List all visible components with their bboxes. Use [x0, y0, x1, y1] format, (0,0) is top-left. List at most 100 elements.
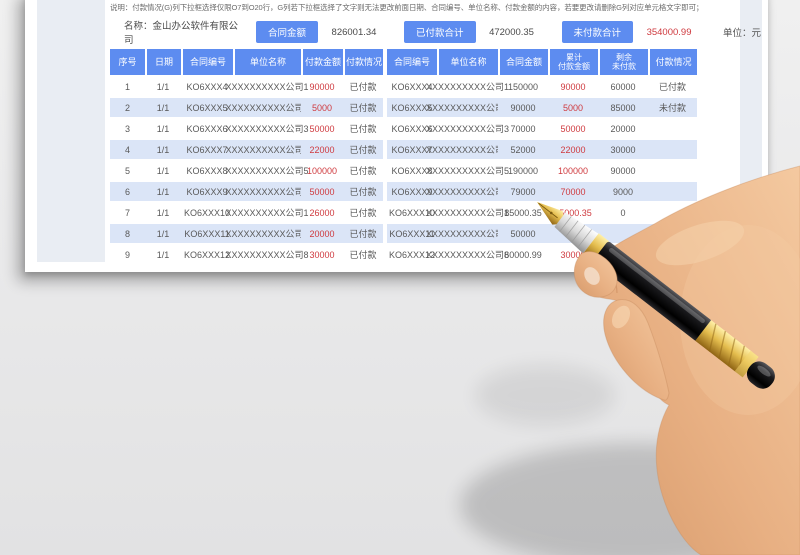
cell: XXXXXXXXXX公司1: [425, 208, 510, 218]
cell: 已付款: [349, 166, 377, 176]
cell: XXXXXXXXXX公司1: [425, 82, 510, 92]
cell: 50000: [560, 123, 586, 134]
cell: 22000: [548, 140, 598, 159]
cell: XXXXXXXXXX公司2: [426, 98, 509, 117]
cell: [648, 203, 697, 222]
cell: 已付款: [349, 124, 377, 134]
cell: 26000: [309, 207, 335, 218]
cell: 已付款: [349, 208, 377, 218]
spreadsheet-page: 说明：付款情况(G)列下拉框选择仅限O7到O20行，G列若下拉框选择了文字则无法…: [25, 0, 768, 272]
cell: 5000: [548, 98, 598, 117]
cell: XXXXXXXXXX公司2: [225, 98, 309, 117]
cell: 30000: [560, 249, 586, 260]
table-header: 序号 日期 合同编号 单位名称 付款金额 付款情况 合同编号 单位名称 合同金额 累计 付款金额剩…: [110, 49, 697, 75]
cell: 60000.99: [504, 249, 542, 260]
cell: 1: [124, 81, 130, 92]
cell: XXXXXXXXXX公司7: [426, 224, 509, 243]
header-cell: 付款情况: [343, 49, 383, 75]
cell: XXXXXXXXXX公司6: [225, 182, 309, 201]
cell: [648, 119, 697, 138]
cell: XXXXXXXXXX公司4: [426, 140, 509, 159]
cell: [648, 182, 697, 201]
header-cell: 序号: [110, 49, 145, 75]
cell: 9000: [598, 182, 648, 201]
cell: 90000: [498, 98, 548, 117]
cell: XXXXXXXXXX公司3: [425, 124, 510, 134]
cell: 30000: [309, 249, 335, 260]
table-row: 6 1/1 KO6XXX9 XXXXXXXXXX公司6 50000 已付款 KO6XXX9 X…: [110, 182, 697, 201]
summary-chip[interactable]: 未付款合计: [561, 21, 634, 43]
cell: [548, 224, 598, 243]
cell: 1/1: [156, 165, 170, 176]
cell: XXXXXXXXXX公司6: [426, 182, 509, 201]
cell: [648, 140, 697, 159]
cell: [598, 245, 648, 264]
cell: 9: [124, 249, 130, 260]
header-cell: 单位名称: [233, 49, 301, 75]
cell: 85000.35: [504, 207, 542, 218]
cell: 90000: [560, 81, 586, 92]
cell: 20000: [610, 123, 636, 134]
cell: 100000: [306, 165, 338, 176]
cell: 52000: [498, 140, 548, 159]
cell: XXXXXXXXXX公司5: [425, 166, 510, 176]
cell: 190000: [507, 165, 539, 176]
cell: 5: [124, 165, 130, 176]
header-cell: 剩余 未付款: [598, 49, 648, 75]
cell: 1/1: [156, 207, 170, 218]
table-row: 8 1/1 KO6XXX11 XXXXXXXXXX公司7 20000 已付款 KO6XXX1…: [110, 224, 697, 243]
header-cell: 日期: [145, 49, 181, 75]
cell: 已付款: [343, 140, 383, 159]
cell: 已付款: [658, 82, 686, 92]
header-cell: 合同编号: [387, 49, 437, 75]
page-margin-left: [37, 0, 105, 262]
summary-row: 名称：金山办公软件有限公司 合同金额 826001.34 已付款合计 472000.3…: [110, 21, 761, 46]
cell: 5000: [301, 98, 343, 117]
cell: 85000: [598, 98, 648, 117]
cell: 90000: [610, 165, 636, 176]
table-body: 1 1/1 KO6XXX4 XXXXXXXXXX公司1 90000 已付款 KO6XXX4 X…: [110, 77, 697, 264]
cell: XXXXXXXXXX公司8: [425, 250, 510, 260]
cell: 1/1: [145, 224, 181, 243]
cell: 未付款: [648, 98, 697, 117]
cell: 1/1: [156, 81, 170, 92]
cell: [648, 161, 697, 180]
cell: 0: [620, 207, 626, 218]
cell: 已付款: [343, 182, 383, 201]
cell: 60000: [610, 81, 636, 92]
cell: 70000: [548, 182, 598, 201]
summary-chip[interactable]: 合同金额: [256, 21, 319, 43]
cell: XXXXXXXXXX公司3: [225, 124, 309, 134]
cell: 1/1: [145, 140, 181, 159]
cell: 4: [110, 140, 145, 159]
header-cell: 单位名称: [437, 49, 498, 75]
summary-chip[interactable]: 已付款合计: [404, 21, 476, 43]
cell: XXXXXXXXXX公司8: [225, 250, 309, 260]
cell: 1/1: [156, 249, 170, 260]
cell: 1/1: [145, 98, 181, 117]
summary-value: 826001.34: [331, 26, 377, 38]
template-preview: 说明：付款情况(G)列下拉框选择仅限O7到O20行，G列若下拉框选择了文字则无法…: [0, 0, 800, 555]
cell: 已付款: [349, 82, 377, 92]
header-cell: 付款金额: [301, 49, 343, 75]
header-cell: 付款情况: [648, 49, 697, 75]
cell: 50000: [309, 123, 335, 134]
page-margin-right: [740, 0, 762, 262]
table-row: 1 1/1 KO6XXX4 XXXXXXXXXX公司1 90000 已付款 KO6XXX4 X…: [110, 77, 697, 96]
table-row: 5 1/1 KO6XXX8 XXXXXXXXXX公司5 100000 已付款 KO6XXX8…: [110, 161, 697, 180]
cell: 100000: [557, 165, 589, 176]
cell: 79000: [498, 182, 548, 201]
cell: 20000: [301, 224, 343, 243]
cell: [598, 224, 648, 243]
cell: XXXXXXXXXX公司4: [225, 140, 309, 159]
cell: [648, 224, 697, 243]
cell: 2: [110, 98, 145, 117]
cell: 90000: [309, 81, 335, 92]
cell: 8: [110, 224, 145, 243]
header-cell: 累计 付款金额: [548, 49, 598, 75]
cell: 已付款: [343, 224, 383, 243]
cell: XXXXXXXXXX公司1: [225, 82, 309, 92]
cell: 50000: [498, 224, 548, 243]
cell: XXXXXXXXXX公司5: [225, 166, 309, 176]
company-name-label: 名称：金山办公软件有限公司: [124, 21, 239, 46]
